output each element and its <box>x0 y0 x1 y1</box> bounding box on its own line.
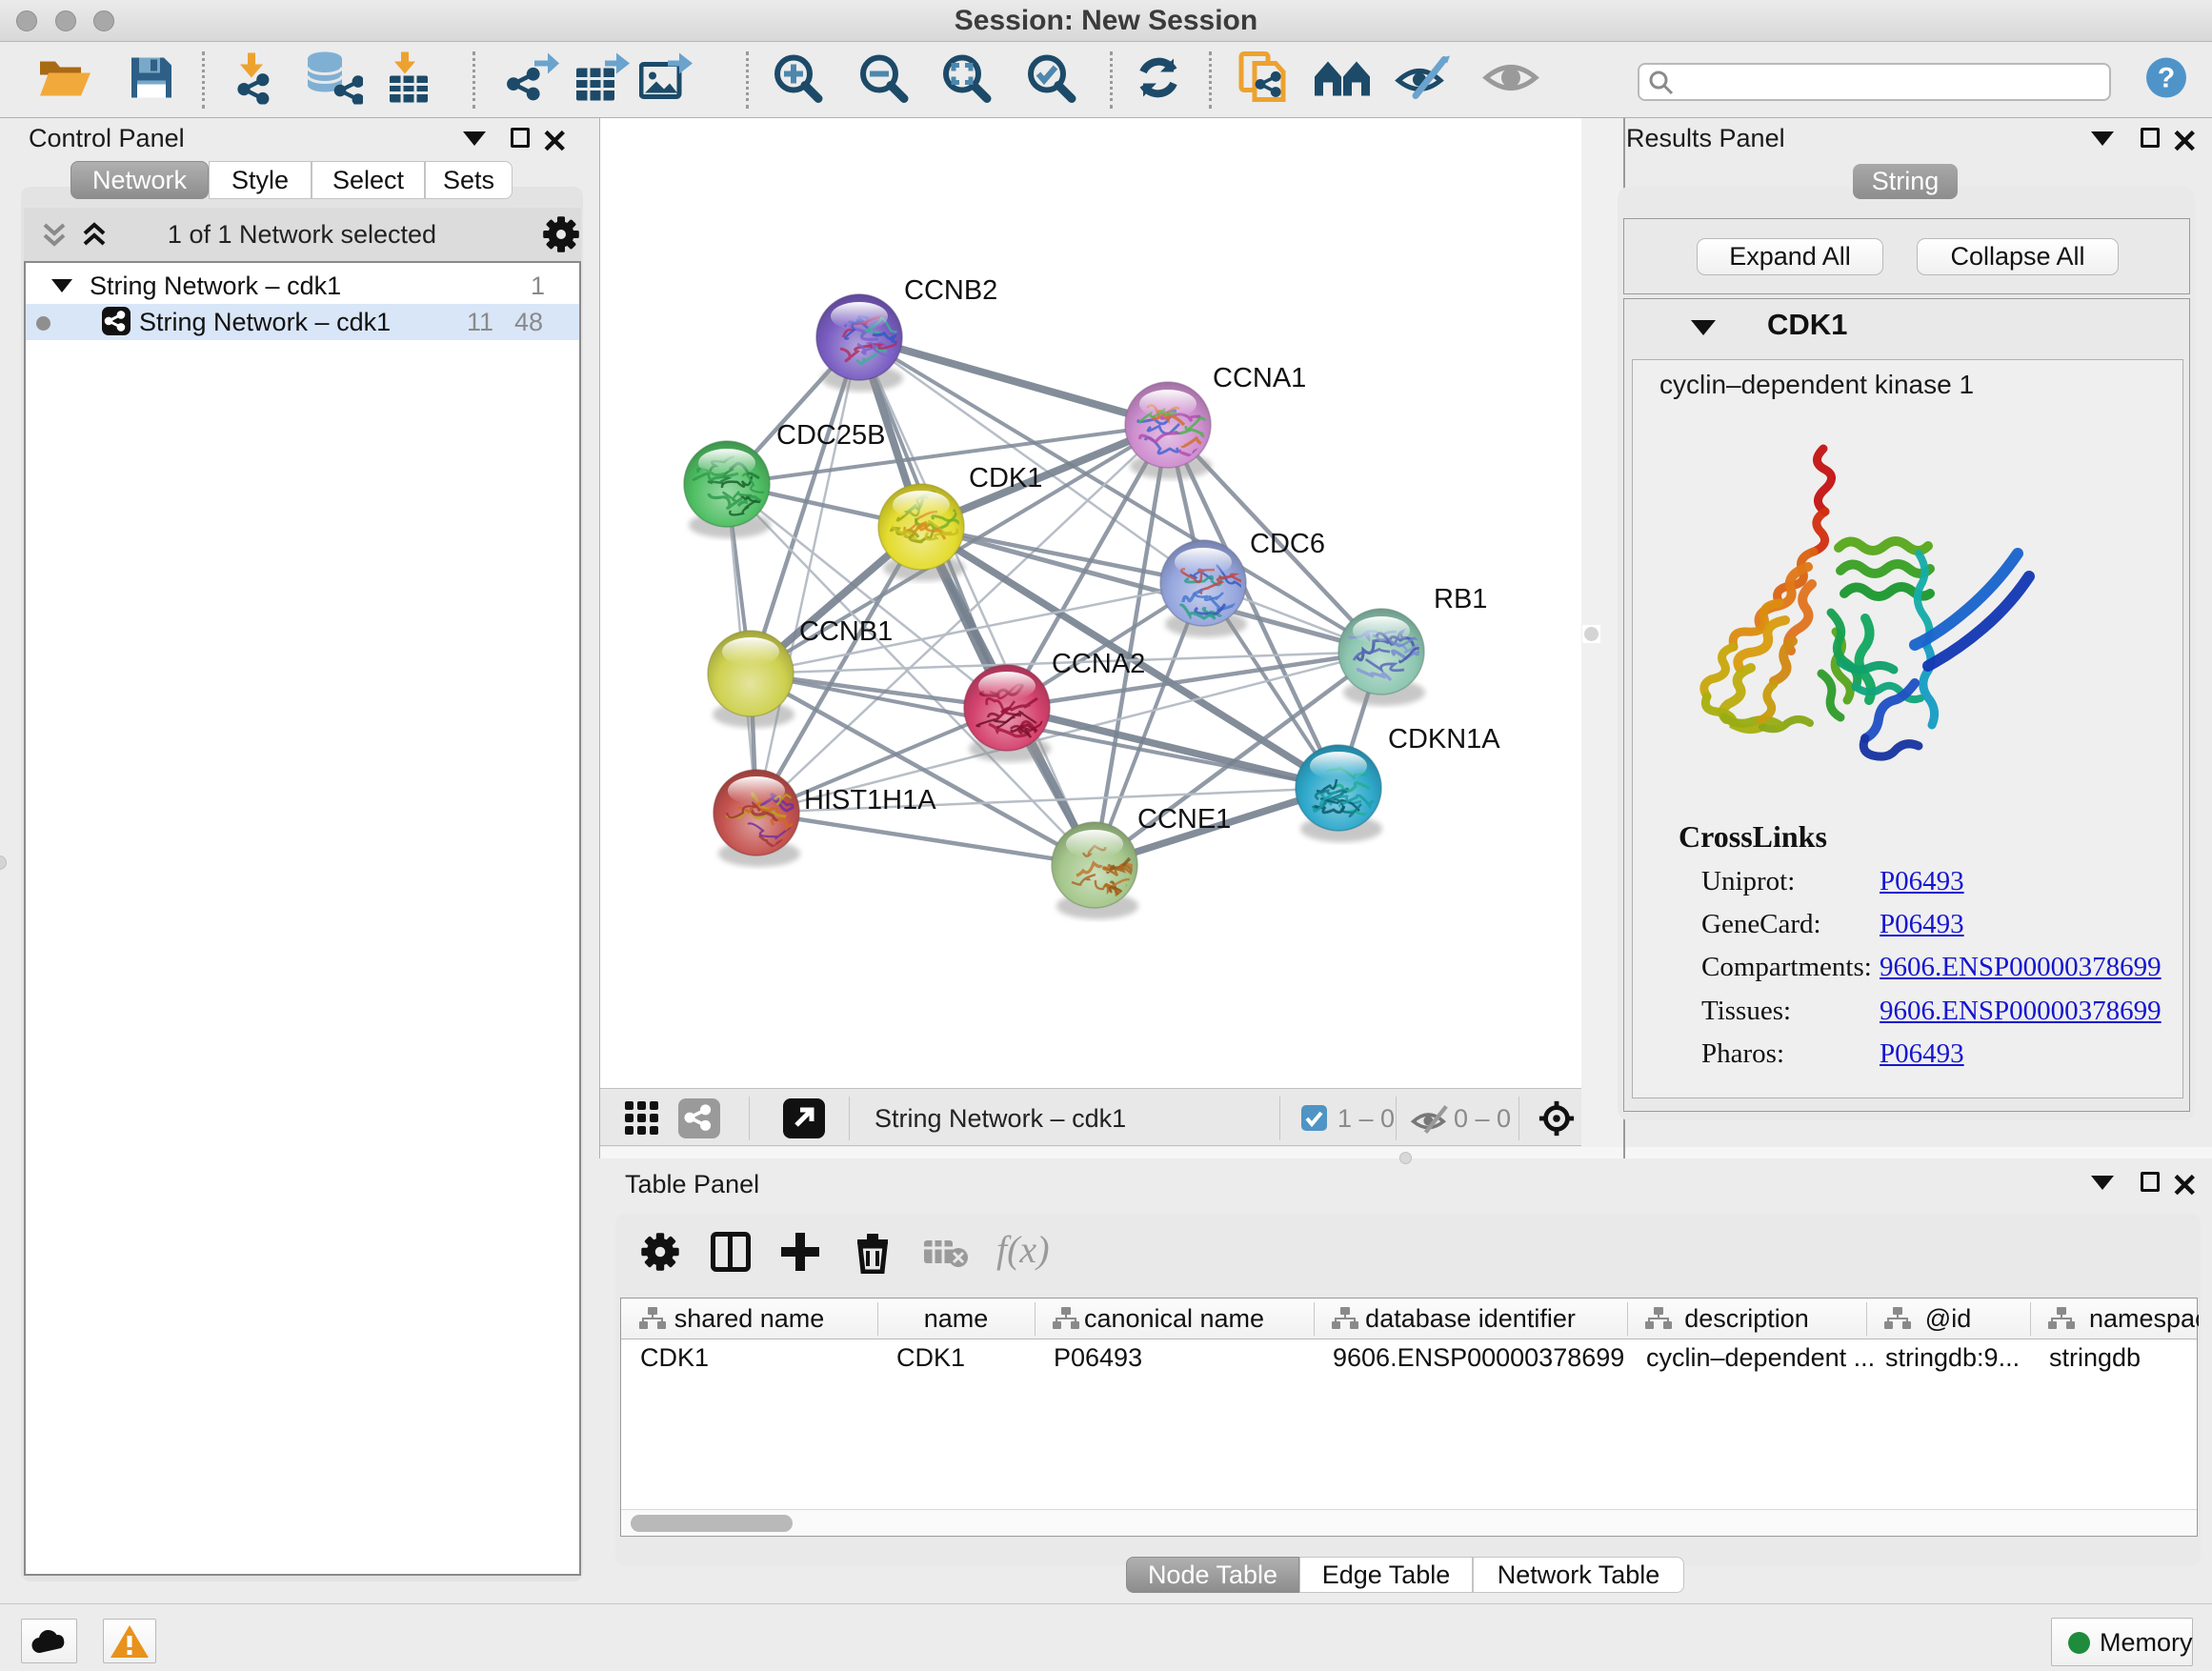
svg-text:CCNE1: CCNE1 <box>1137 804 1231 835</box>
svg-text:CCNB1: CCNB1 <box>799 616 893 647</box>
svg-text:CDC25B: CDC25B <box>776 420 885 451</box>
svg-text:CCNA1: CCNA1 <box>1213 363 1306 393</box>
svg-text:RB1: RB1 <box>1434 584 1487 614</box>
svg-text:?: ? <box>2158 63 2175 94</box>
svg-text:CDC6: CDC6 <box>1250 529 1325 559</box>
svg-text:CDKN1A: CDKN1A <box>1388 724 1500 755</box>
svg-text:CCNB2: CCNB2 <box>904 275 997 306</box>
svg-text:HIST1H1A: HIST1H1A <box>804 785 936 815</box>
svg-text:CDK1: CDK1 <box>969 463 1042 493</box>
svg-text:CCNA2: CCNA2 <box>1052 649 1145 679</box>
